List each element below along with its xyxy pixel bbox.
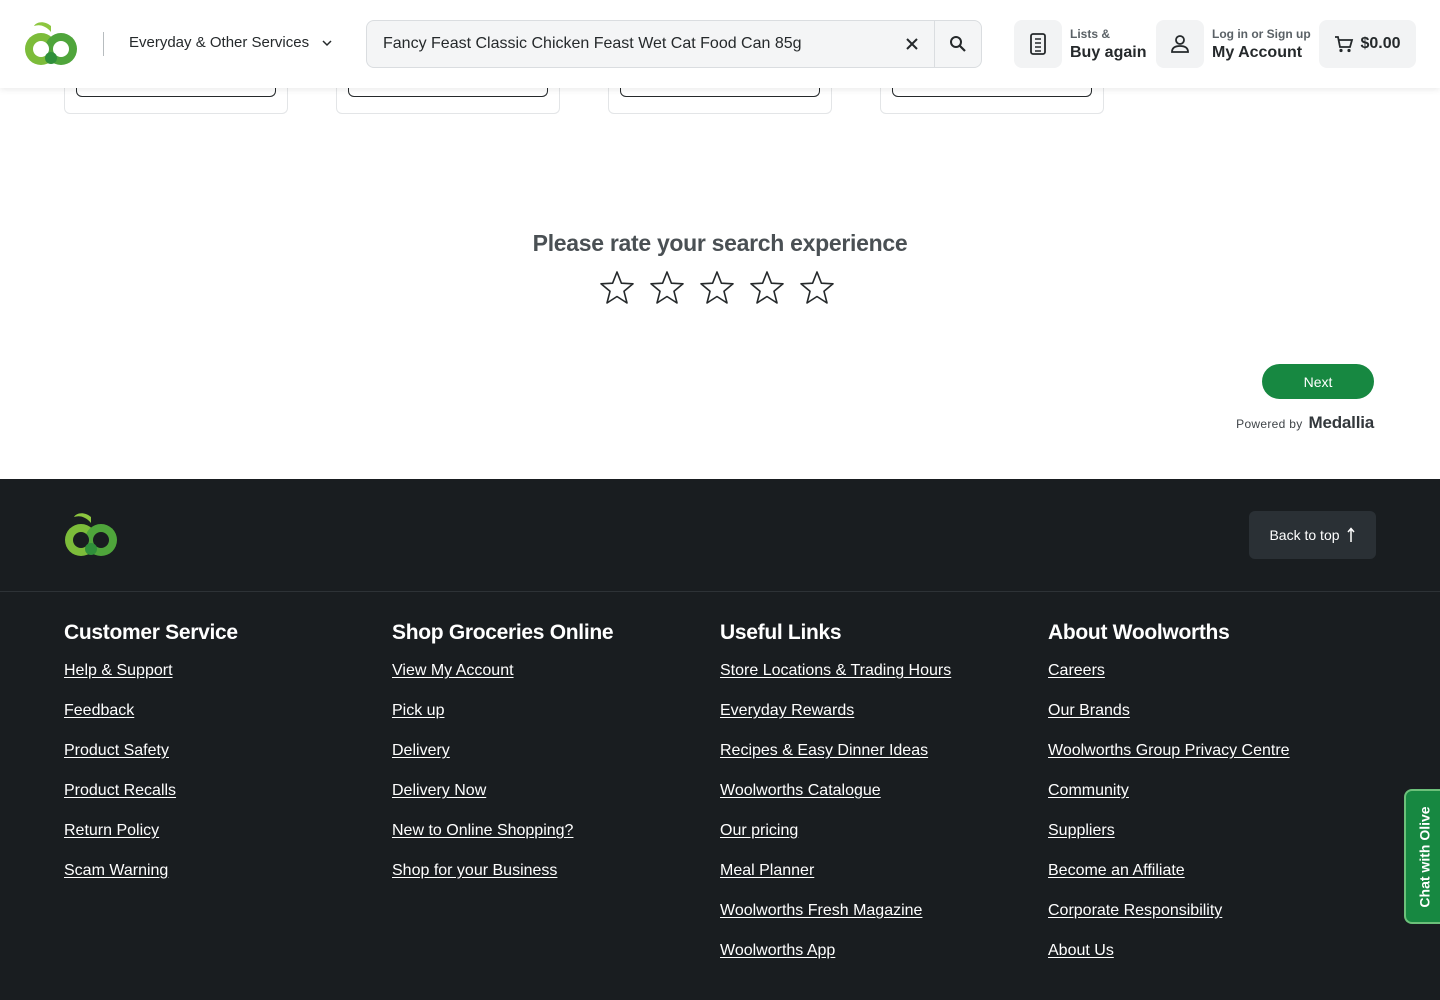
lists-big-label: Buy again — [1070, 43, 1147, 61]
footer-link[interactable]: Woolworths App — [720, 942, 835, 959]
footer-column-title: Useful Links — [720, 621, 842, 644]
footer-link[interactable]: Community — [1048, 782, 1129, 799]
footer-column: Useful Links Store Locations & Trading Ho… — [720, 621, 951, 982]
star-outline-icon — [800, 271, 834, 304]
footer-link[interactable]: Scam Warning — [64, 862, 168, 879]
star-rating-option-2[interactable] — [649, 268, 685, 308]
footer-link[interactable]: Woolworths Group Privacy Centre — [1048, 742, 1290, 759]
footer-link[interactable]: Delivery Now — [392, 782, 486, 799]
star-rating-option-4[interactable] — [749, 268, 785, 308]
footer-link[interactable]: Our Brands — [1048, 702, 1130, 719]
footer-link[interactable]: Delivery — [392, 742, 450, 759]
footer-link[interactable]: Product Recalls — [64, 782, 176, 799]
cart-total: $0.00 — [1360, 35, 1401, 52]
back-to-top-label: Back to top — [1269, 527, 1340, 543]
medallia-logo: Medallia — [1308, 413, 1375, 432]
footer-link[interactable]: Help & Support — [64, 662, 173, 679]
footer-link[interactable]: Pick up — [392, 702, 444, 719]
search-input[interactable] — [367, 21, 890, 67]
footer-link[interactable]: View My Account — [392, 662, 514, 679]
footer-column: About Woolworths Careers Our Brands Woolwor… — [1048, 621, 1290, 982]
chevron-down-icon — [322, 39, 332, 46]
search-icon — [950, 36, 966, 52]
my-account-button[interactable]: Log in or Sign up My Account — [1156, 20, 1311, 68]
cart-icon — [1335, 36, 1354, 53]
footer-link[interactable]: Shop for your Business — [392, 862, 557, 879]
footer-link[interactable]: Meal Planner — [720, 862, 814, 879]
survey-next-button[interactable]: Next — [1262, 364, 1374, 399]
footer-link[interactable]: Woolworths Fresh Magazine — [720, 902, 922, 919]
site-footer: Back to top Customer Service Help & Suppo… — [0, 479, 1440, 1000]
powered-by-medallia: Powered by Medallia — [1236, 413, 1374, 433]
footer-column: Customer Service Help & Support Feedback Pr… — [64, 621, 238, 902]
footer-link[interactable]: About Us — [1048, 942, 1114, 959]
footer-column: Shop Groceries Online View My Account Pick… — [392, 621, 614, 902]
star-rating — [599, 268, 835, 308]
footer-link[interactable]: Store Locations & Trading Hours — [720, 662, 951, 679]
star-rating-option-1[interactable] — [599, 268, 635, 308]
star-outline-icon — [650, 271, 684, 304]
list-icon — [1030, 33, 1046, 55]
account-icon-box — [1156, 20, 1204, 68]
account-big-label: My Account — [1212, 43, 1303, 61]
star-rating-option-3[interactable] — [699, 268, 735, 308]
footer-link[interactable]: Suppliers — [1048, 822, 1115, 839]
back-to-top-button[interactable]: Back to top — [1249, 511, 1376, 559]
site-header: Everyday & Other Services Lists & Buy ag… — [0, 0, 1440, 88]
star-rating-option-5[interactable] — [799, 268, 835, 308]
woolworths-logo-icon[interactable] — [22, 18, 80, 70]
footer-link[interactable]: Careers — [1048, 662, 1105, 679]
footer-column-title: Customer Service — [64, 621, 238, 644]
star-outline-icon — [600, 271, 634, 304]
search-button[interactable] — [934, 21, 981, 67]
clear-search-button[interactable] — [890, 21, 934, 67]
services-label: Everyday & Other Services — [129, 34, 310, 51]
star-outline-icon — [750, 271, 784, 304]
footer-link[interactable]: Our pricing — [720, 822, 798, 839]
lists-small-label: Lists & — [1070, 26, 1111, 41]
chat-with-olive-button[interactable]: Chat with Olive — [1404, 789, 1440, 924]
account-small-label: Log in or Sign up — [1212, 26, 1311, 41]
footer-link[interactable]: Woolworths Catalogue — [720, 782, 881, 799]
user-icon — [1171, 35, 1189, 53]
star-outline-icon — [700, 271, 734, 304]
arrow-up-icon — [1346, 527, 1355, 542]
footer-column-title: Shop Groceries Online — [392, 621, 614, 644]
footer-link[interactable]: New to Online Shopping? — [392, 822, 573, 839]
powered-by-label: Powered by — [1236, 417, 1303, 431]
close-icon — [906, 38, 918, 50]
footer-top-bar: Back to top — [0, 479, 1440, 592]
woolworths-logo-icon[interactable] — [62, 509, 120, 561]
services-dropdown[interactable]: Everyday & Other Services — [129, 34, 333, 51]
search-bar — [366, 20, 982, 68]
survey-title: Please rate your search experience — [532, 230, 908, 256]
footer-link[interactable]: Everyday Rewards — [720, 702, 854, 719]
footer-link[interactable]: Become an Affiliate — [1048, 862, 1185, 879]
footer-link[interactable]: Corporate Responsibility — [1048, 902, 1222, 919]
footer-column-title: About Woolworths — [1048, 621, 1230, 644]
footer-link[interactable]: Return Policy — [64, 822, 159, 839]
lists-icon-box — [1014, 20, 1062, 68]
lists-buy-again-button[interactable]: Lists & Buy again — [1014, 20, 1146, 68]
header-divider — [103, 32, 104, 56]
footer-link[interactable]: Feedback — [64, 702, 134, 719]
footer-link[interactable]: Recipes & Easy Dinner Ideas — [720, 742, 928, 759]
cart-button[interactable]: $0.00 — [1319, 20, 1416, 68]
chat-label: Chat with Olive — [1417, 805, 1433, 908]
footer-link[interactable]: Product Safety — [64, 742, 169, 759]
